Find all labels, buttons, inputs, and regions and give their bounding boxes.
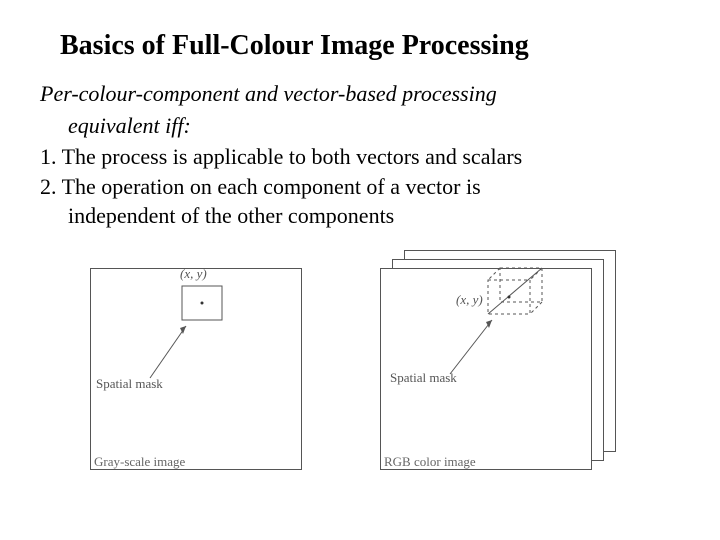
intro-line-1: Per-colour-component and vector-based pr… bbox=[40, 80, 680, 108]
intro-text: Per-colour-component and vector-based pr… bbox=[40, 80, 680, 139]
figure-caption: Gray-scale image bbox=[94, 454, 185, 470]
figure-grayscale: (x, y) Spatial mask Gray-scale image bbox=[90, 248, 340, 478]
xy-label: (x, y) bbox=[180, 266, 207, 282]
figures-row: (x, y) Spatial mask Gray-scale image bbox=[40, 248, 680, 478]
xy-label: (x, y) bbox=[456, 292, 483, 308]
figure-caption: RGB color image bbox=[384, 454, 476, 470]
rgb-diagram-icon bbox=[380, 250, 620, 460]
slide-title: Basics of Full-Colour Image Processing bbox=[60, 30, 680, 62]
figure-rgb: (x, y) Spatial mask RGB color image bbox=[380, 248, 630, 478]
list-item-2-line-1: 2. The operation on each component of a … bbox=[40, 173, 680, 201]
list-item-1: 1. The process is applicable to both vec… bbox=[40, 143, 680, 171]
grayscale-diagram-icon bbox=[90, 268, 300, 468]
list-item-2-line-2: independent of the other components bbox=[40, 202, 680, 230]
mask-label: Spatial mask bbox=[390, 370, 457, 386]
intro-line-2: equivalent iff: bbox=[40, 112, 680, 140]
mask-label: Spatial mask bbox=[96, 376, 163, 392]
